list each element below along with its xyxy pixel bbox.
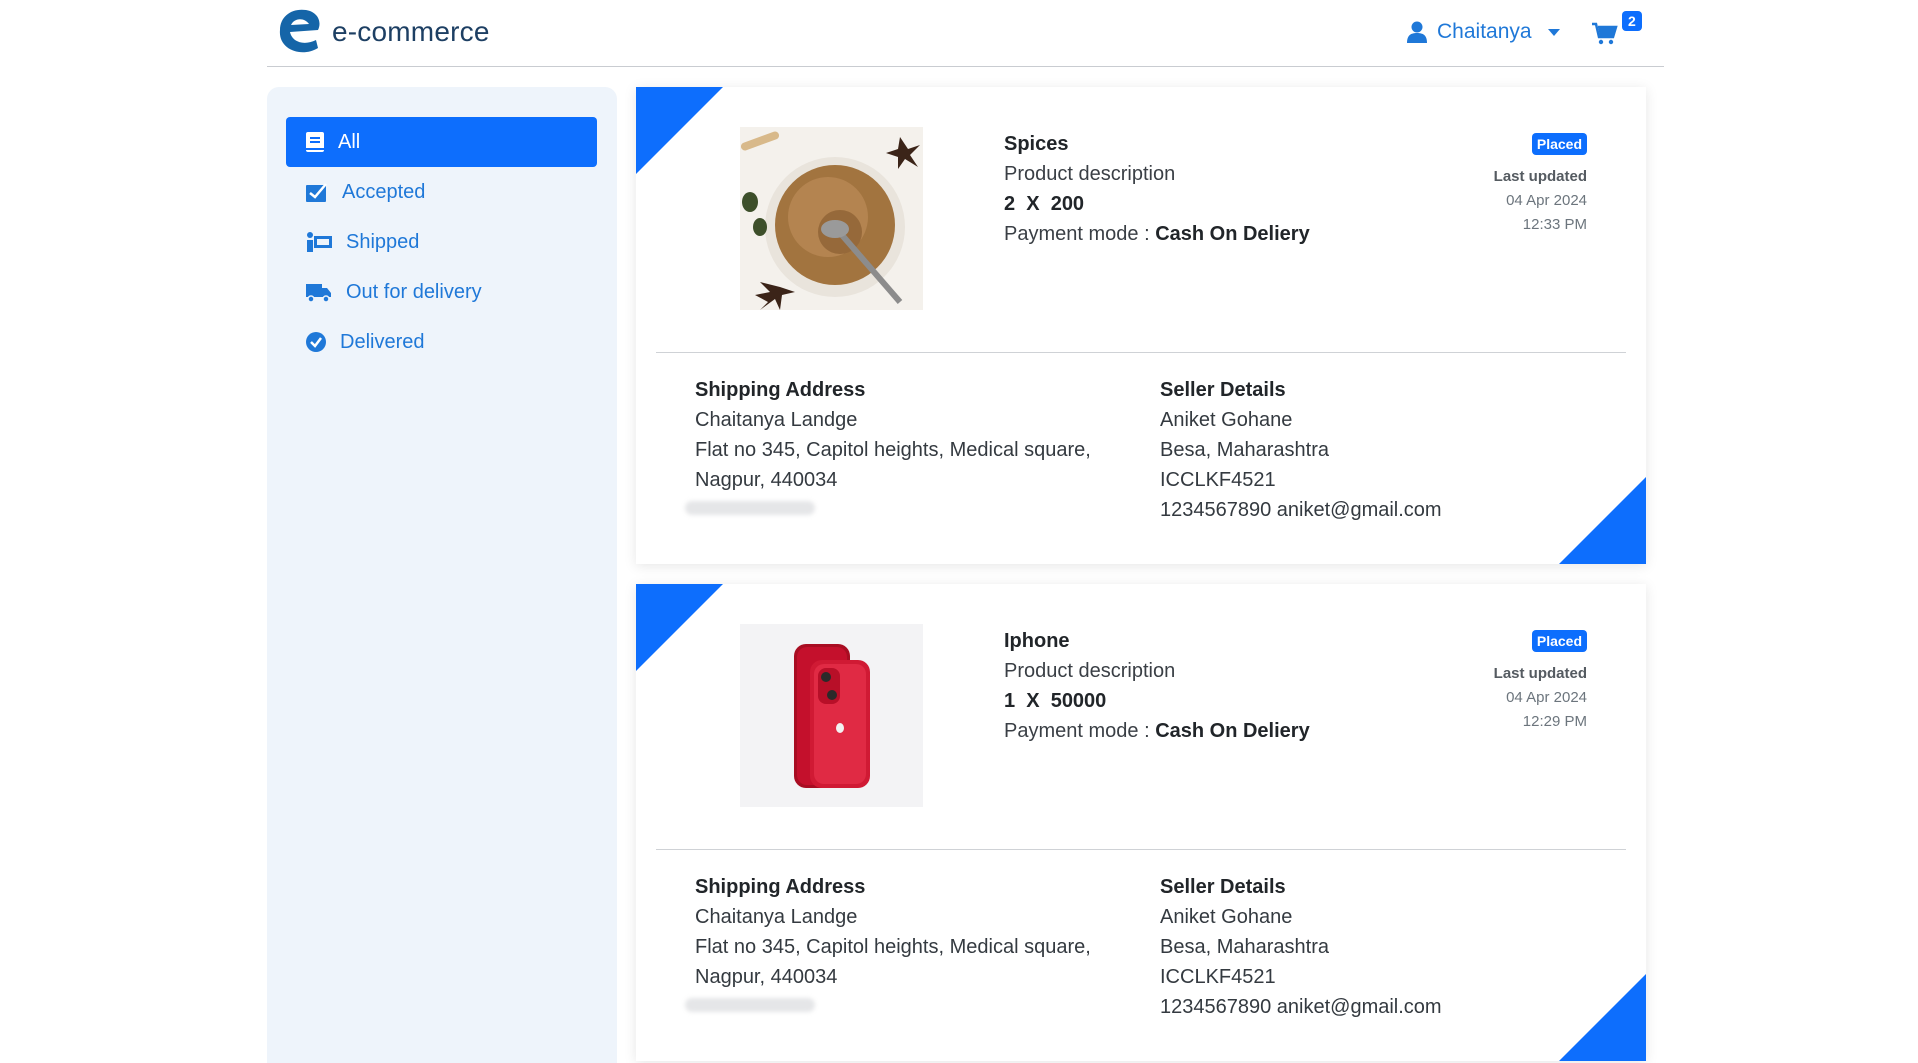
divider [656, 352, 1626, 353]
top-navbar: e-commerce Chaitanya 2 [267, 0, 1664, 67]
corner-decoration [1559, 477, 1646, 564]
status-badge: Placed [1531, 630, 1587, 652]
check-circle-icon [306, 332, 326, 352]
shipping-line1: Flat no 345, Capitol heights, Medical sq… [695, 936, 1091, 958]
cart-count-badge: 2 [1622, 11, 1642, 31]
logo-icon[interactable] [272, 6, 324, 56]
product-description: Product description [1004, 660, 1176, 682]
last-updated-label: Last updated [1493, 168, 1587, 185]
redacted-phone [685, 501, 815, 515]
product-info: Spices Product description 2 X 200 Payme… [1004, 129, 1310, 249]
seller-location: Besa, Maharashtra [1160, 936, 1329, 958]
status-badge: Placed [1531, 133, 1587, 155]
user-menu[interactable]: Chaitanya [1407, 20, 1560, 44]
seller-title: Seller Details [1160, 379, 1286, 401]
last-updated-time: 12:33 PM [1522, 216, 1587, 233]
seller-name: Aniket Gohane [1160, 409, 1293, 431]
shipping-name: Chaitanya Landge [695, 409, 858, 431]
payment-mode: Payment mode : Cash On Deliery [1004, 219, 1310, 249]
quantity-price: 1 X 50000 [1004, 690, 1107, 712]
user-icon [1407, 21, 1427, 43]
book-icon [306, 132, 324, 152]
cart-icon[interactable] [1592, 22, 1618, 46]
sidebar-item-label: Delivered [340, 330, 425, 353]
last-updated-date: 04 Apr 2024 [1506, 192, 1587, 209]
seller-details: Seller Details Aniket Gohane Besa, Mahar… [1160, 872, 1442, 1022]
seller-details: Seller Details Aniket Gohane Besa, Mahar… [1160, 375, 1442, 525]
shipping-icon [307, 232, 332, 252]
truck-icon [306, 284, 331, 302]
order-status: Placed Last updated 04 Apr 2024 12:29 PM [1494, 630, 1587, 734]
product-name[interactable]: Iphone [1004, 626, 1310, 656]
sidebar-item-label: Shipped [346, 230, 420, 253]
product-name[interactable]: Spices [1004, 129, 1310, 159]
shipping-address: Shipping Address Chaitanya Landge Flat n… [685, 872, 1091, 1012]
order-card: Iphone Product description 1 X 50000 Pay… [636, 584, 1646, 1061]
sidebar-item-shipped[interactable]: Shipped [286, 217, 597, 267]
brand-name[interactable]: e-commerce [332, 16, 490, 48]
order-status: Placed Last updated 04 Apr 2024 12:33 PM [1494, 133, 1587, 237]
quantity-price: 2 X 200 [1004, 193, 1085, 215]
user-name: Chaitanya [1437, 20, 1532, 43]
check-square-icon [306, 183, 327, 202]
redacted-phone [685, 998, 815, 1012]
payment-value: Cash On Deliery [1155, 720, 1310, 742]
sidebar-item-out-for-delivery[interactable]: Out for delivery [286, 267, 597, 317]
sidebar-item-label: All [338, 130, 361, 153]
last-updated-label: Last updated [1493, 665, 1587, 682]
seller-code: ICCLKF4521 [1160, 469, 1276, 491]
product-image-spices[interactable] [740, 127, 923, 310]
corner-decoration [1559, 974, 1646, 1061]
sidebar-item-label: Accepted [342, 180, 426, 203]
corner-decoration [636, 584, 723, 671]
seller-name: Aniket Gohane [1160, 906, 1293, 928]
sidebar-item-label: Out for delivery [346, 280, 482, 303]
payment-value: Cash On Deliery [1155, 223, 1310, 245]
order-card: Spices Product description 2 X 200 Payme… [636, 87, 1646, 564]
product-image-iphone[interactable] [740, 624, 923, 807]
sidebar-item-accepted[interactable]: Accepted [286, 167, 597, 217]
payment-mode: Payment mode : Cash On Deliery [1004, 716, 1310, 746]
seller-code: ICCLKF4521 [1160, 966, 1276, 988]
product-description: Product description [1004, 163, 1176, 185]
seller-title: Seller Details [1160, 876, 1286, 898]
shipping-line1: Flat no 345, Capitol heights, Medical sq… [695, 439, 1091, 461]
shipping-title: Shipping Address [695, 379, 866, 401]
sidebar: All Accepted Shipped Out for delivery De… [267, 87, 617, 1063]
shipping-line2: Nagpur, 440034 [695, 469, 838, 491]
sidebar-item-all[interactable]: All [286, 117, 597, 167]
last-updated-date: 04 Apr 2024 [1506, 689, 1587, 706]
shipping-title: Shipping Address [695, 876, 866, 898]
shipping-name: Chaitanya Landge [695, 906, 858, 928]
shipping-address: Shipping Address Chaitanya Landge Flat n… [685, 375, 1091, 515]
product-info: Iphone Product description 1 X 50000 Pay… [1004, 626, 1310, 746]
seller-location: Besa, Maharashtra [1160, 439, 1329, 461]
divider [656, 849, 1626, 850]
chevron-down-icon [1547, 28, 1560, 36]
shipping-line2: Nagpur, 440034 [695, 966, 838, 988]
sidebar-item-delivered[interactable]: Delivered [286, 317, 597, 367]
last-updated-time: 12:29 PM [1522, 713, 1587, 730]
seller-contact: 1234567890 aniket@gmail.com [1160, 499, 1442, 521]
seller-contact: 1234567890 aniket@gmail.com [1160, 996, 1442, 1018]
payment-label: Payment mode : [1004, 223, 1156, 245]
payment-label: Payment mode : [1004, 720, 1156, 742]
corner-decoration [636, 87, 723, 174]
